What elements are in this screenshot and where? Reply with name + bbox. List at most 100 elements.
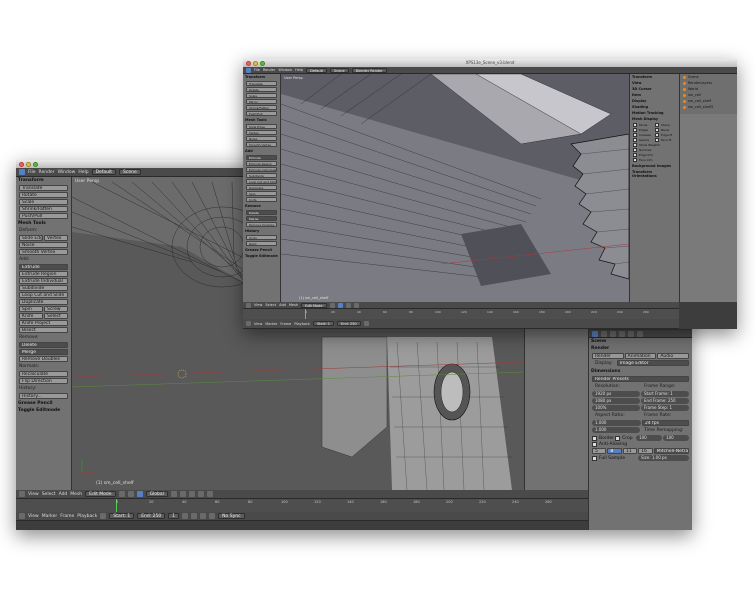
timeline-playback-menu[interactable]: Playback <box>77 514 97 519</box>
sync-select[interactable]: No Sync <box>218 513 245 519</box>
noise-button[interactable]: Noise <box>19 242 68 248</box>
world-tab-icon[interactable] <box>610 330 616 337</box>
manipulator-icon[interactable] <box>337 302 343 308</box>
extrude-individual-button[interactable]: Extrude Individual <box>246 167 277 172</box>
mesh-menu[interactable]: Mesh <box>289 303 298 307</box>
vertex-select-icon[interactable] <box>345 302 351 308</box>
grease-pencil-header[interactable]: Grease Pencil <box>16 400 71 407</box>
mesh-tools-header[interactable]: Mesh Tools <box>243 117 280 123</box>
outliner-item[interactable]: sm_cell_shelf2 <box>680 104 737 110</box>
push-pull-button[interactable]: Push/Pull <box>19 213 68 219</box>
shading-icon[interactable] <box>118 491 125 497</box>
loop-cut-button[interactable]: Loop Cut and Slide <box>19 292 68 298</box>
end-frame-field[interactable]: End: 250 <box>137 513 166 519</box>
menu-file[interactable]: File <box>254 68 260 72</box>
mesh-display-header[interactable]: Mesh Display <box>630 116 679 122</box>
aspect-y-field[interactable]: 1.000 <box>592 427 640 433</box>
duplicate-button[interactable]: Duplicate <box>19 299 68 305</box>
timeline-frame-menu[interactable]: Frame <box>60 514 74 519</box>
transform-panel-header[interactable]: Transform <box>243 74 280 80</box>
history-button[interactable]: History... <box>19 393 68 399</box>
menu-file[interactable]: File <box>28 170 36 175</box>
toggle-editmode-header[interactable]: Toggle Editmode <box>16 407 71 414</box>
extrude-select[interactable]: Extrude <box>246 155 277 160</box>
editor-type-icon[interactable] <box>246 321 251 326</box>
full-sample-toggle[interactable]: Full Sample <box>592 455 637 461</box>
edge-info-toggle[interactable]: Edge Info <box>633 153 676 157</box>
vertex-select-icon[interactable] <box>170 491 177 497</box>
add-menu[interactable]: Add <box>279 303 286 307</box>
mesh-menu[interactable]: Mesh <box>70 492 82 497</box>
editor-type-icon[interactable] <box>246 67 251 73</box>
sharp-toggle[interactable]: Sharp <box>655 123 676 127</box>
recalculate-button[interactable]: Recalculate <box>19 371 68 377</box>
front-timeline[interactable]: 0 20 40 60 80 100 120 140 160 180 200 22… <box>243 309 679 319</box>
minimize-button[interactable] <box>26 161 31 167</box>
front-3d-viewport[interactable]: User Persp (1) sm_cell_shelf <box>281 74 629 302</box>
slide-edge-button[interactable]: Slide Edge <box>19 235 43 241</box>
edge-marks-toggle[interactable]: Edge M <box>655 133 676 137</box>
aa-filter-select[interactable]: Mitchell-Netravali <box>653 448 689 454</box>
remove-doubles-button[interactable]: Remove Doubles <box>19 356 68 362</box>
start-frame-field[interactable]: Start: 1 <box>312 321 335 326</box>
audio-button[interactable]: Audio <box>657 353 690 359</box>
face-marks-toggle[interactable]: Face M <box>655 138 676 142</box>
mirror-button[interactable]: Mirror <box>246 99 277 104</box>
remap-new-field[interactable]: 100 <box>663 435 689 441</box>
render-tab-icon[interactable] <box>592 330 598 337</box>
smooth-vertex-button[interactable]: Smooth Vertex <box>246 142 277 147</box>
editor-type-icon[interactable] <box>246 302 251 308</box>
transform-orientations-header[interactable]: Transform Orientations <box>630 169 679 179</box>
view-menu[interactable]: View <box>28 492 39 497</box>
render-presets-select[interactable]: Render Presets <box>592 376 689 382</box>
dimensions-header[interactable]: Dimensions <box>589 368 692 375</box>
select-menu[interactable]: Select <box>265 303 276 307</box>
knife-button[interactable]: Knife <box>246 197 277 202</box>
timeline-view-menu[interactable]: View <box>254 322 262 326</box>
rotate-button[interactable]: Rotate <box>246 87 277 92</box>
history-header[interactable]: History <box>243 228 280 234</box>
shrink-fatten-button[interactable]: Shrink/Fatten <box>246 105 277 110</box>
timeline-marker-menu[interactable]: Marker <box>42 514 58 519</box>
jump-start-icon[interactable] <box>182 513 189 519</box>
menu-render[interactable]: Render <box>39 170 55 175</box>
start-frame-field[interactable]: Start Frame: 1 <box>641 391 689 397</box>
faces-toggle[interactable]: Faces <box>633 123 654 127</box>
render-engine-select[interactable]: Blender Render <box>351 67 387 73</box>
toggle-editmode-header[interactable]: Toggle Editmode <box>243 253 280 259</box>
fps-select[interactable]: 24 fps <box>642 420 689 426</box>
end-frame-field[interactable]: End: 250 <box>337 321 361 326</box>
slide-vertex-button[interactable]: Vertex <box>246 130 277 135</box>
edges-toggle[interactable]: Edges <box>633 128 654 132</box>
shading-icon[interactable] <box>329 302 335 308</box>
scene-tab-icon[interactable] <box>601 330 607 337</box>
seams-toggle[interactable]: Seams <box>633 138 654 142</box>
view-menu[interactable]: View <box>254 303 262 307</box>
edge-select-icon[interactable] <box>179 491 186 497</box>
render-panel-header[interactable]: Render <box>589 345 692 352</box>
pivot-icon[interactable] <box>127 491 134 497</box>
remap-old-field[interactable]: 100 <box>636 435 663 441</box>
proportional-edit-icon[interactable] <box>197 491 204 497</box>
close-button[interactable] <box>19 161 24 167</box>
aa-16-button[interactable]: 16 <box>638 448 653 454</box>
editor-type-icon[interactable] <box>19 491 25 497</box>
aa-5-button[interactable]: 5 <box>592 448 607 454</box>
scale-button[interactable]: Scale <box>19 199 68 205</box>
translate-button[interactable]: Translate <box>19 185 68 191</box>
select-menu[interactable]: Select <box>42 492 56 497</box>
menu-render[interactable]: Render <box>263 68 275 72</box>
edge-select-icon[interactable] <box>353 302 359 308</box>
animation-button[interactable]: Animation <box>624 353 657 359</box>
delete-select[interactable]: Delete <box>246 210 277 215</box>
bevel-toggle[interactable]: Bevel <box>655 128 676 132</box>
border-toggle[interactable]: Border <box>592 435 614 441</box>
timeline-playback-menu[interactable]: Playback <box>294 322 310 326</box>
push-pull-button[interactable]: Push/Pull <box>246 111 277 116</box>
mode-select[interactable]: Edit Mode <box>85 491 116 497</box>
layout-selector[interactable]: Default <box>91 169 117 175</box>
editor-type-icon[interactable] <box>19 169 25 175</box>
back-timeline[interactable]: 0 20 40 60 80 100 120 140 160 180 200 22… <box>16 499 588 512</box>
noise-button[interactable]: Noise <box>246 136 277 141</box>
extrude-individual-button[interactable]: Extrude Individual <box>19 278 68 284</box>
